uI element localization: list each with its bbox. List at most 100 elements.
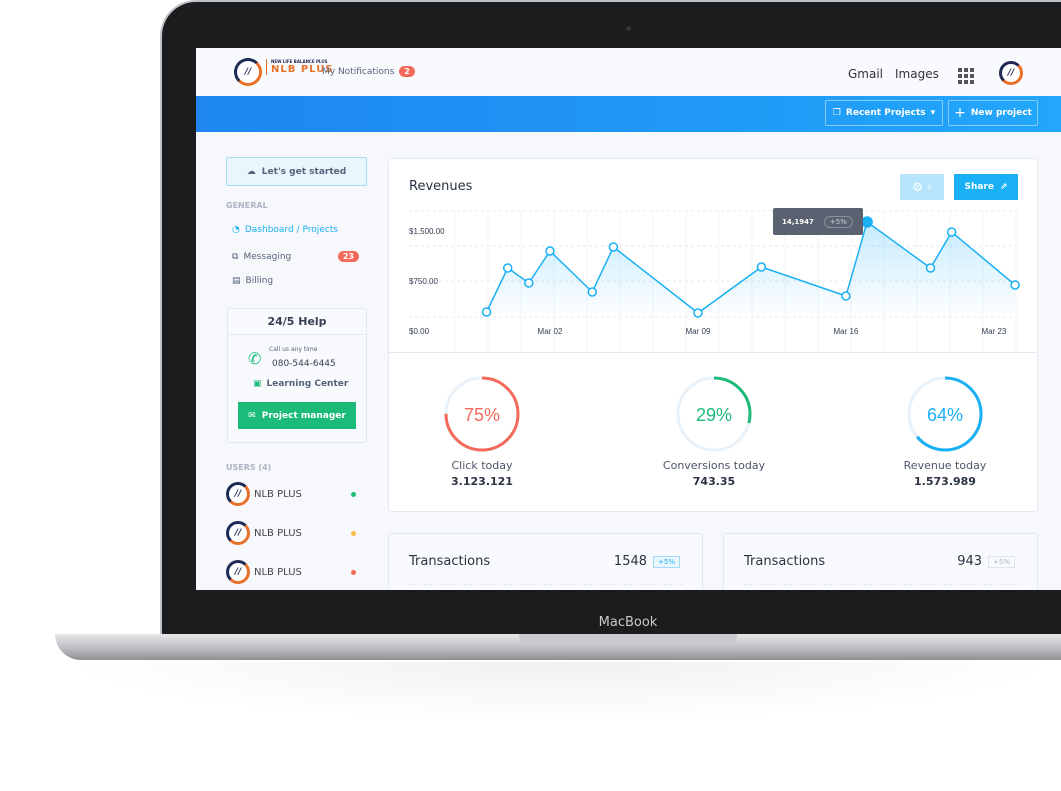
data-point[interactable] xyxy=(545,246,555,256)
transactions-value: 1548 xyxy=(613,554,648,569)
top-header: // NEW LIFE BALANCE PLUS NLB PLUS My Not… xyxy=(196,48,1061,96)
mail-icon: ✉ xyxy=(248,410,256,421)
data-point[interactable] xyxy=(925,263,936,273)
images-link[interactable]: Images xyxy=(895,67,939,81)
data-point[interactable] xyxy=(946,227,957,237)
help-card: 24/5 Help ✆ Call us any time 080-544-644… xyxy=(227,308,367,443)
status-dot xyxy=(351,569,356,575)
data-point[interactable] xyxy=(502,263,513,273)
help-title: 24/5 Help xyxy=(228,309,366,335)
data-point[interactable] xyxy=(756,262,767,272)
data-point[interactable] xyxy=(693,308,703,318)
brand-logo-icon[interactable]: // xyxy=(234,58,262,86)
notifications-label: My Notifications xyxy=(322,66,395,77)
user-item[interactable]: // NLB PLUS xyxy=(226,560,356,584)
sidebar-item-label: Dashboard / Projects xyxy=(244,225,338,235)
data-point-highlighted[interactable] xyxy=(861,216,873,228)
call-label: Call us any time xyxy=(269,346,318,353)
svg-text:75%: 75% xyxy=(464,405,500,425)
transactions-change: +5% xyxy=(988,555,1015,568)
sidebar-item-messaging[interactable]: ⧉ Messaging 23 xyxy=(232,251,359,262)
account-avatar[interactable]: // xyxy=(999,61,1023,85)
users-heading: USERS (4) xyxy=(226,463,272,472)
avatar: // xyxy=(226,521,250,545)
stat-value: 1.573.989 xyxy=(914,475,976,488)
series-area xyxy=(486,222,1016,317)
learning-center-link[interactable]: ▣ Learning Center xyxy=(253,379,348,389)
notifications-badge: 2 xyxy=(399,66,415,77)
stat-label: Revenue today xyxy=(903,459,987,472)
learning-center-label: Learning Center xyxy=(266,379,349,389)
y-tick-label: $750.00 xyxy=(409,277,438,286)
data-point[interactable] xyxy=(524,278,534,288)
status-dot xyxy=(351,491,356,497)
user-name: NLB PLUS xyxy=(254,566,302,578)
transactions-card: Transactions 1548 +5% xyxy=(388,533,703,590)
get-started-label: Let's get started xyxy=(261,166,347,177)
transactions-card: Transactions 943 +5% xyxy=(723,533,1038,590)
stat-label: Conversions today xyxy=(662,459,766,472)
laptop-notch xyxy=(519,634,737,644)
new-project-button[interactable]: + New project xyxy=(948,100,1038,126)
device-label: MacBook xyxy=(598,615,658,630)
transactions-title: Transactions xyxy=(744,554,826,569)
stat-revenue-today: 64% Revenue today 1.573.989 xyxy=(875,373,1015,488)
sidebar-item-label: Messaging xyxy=(243,251,292,262)
apps-grid-icon[interactable] xyxy=(958,68,974,84)
section-general: GENERAL xyxy=(226,201,268,210)
data-point[interactable] xyxy=(587,287,598,297)
projects-icon: ❐ xyxy=(832,108,841,118)
project-manager-button[interactable]: ✉ Project manager xyxy=(238,402,356,429)
data-point[interactable] xyxy=(1010,280,1020,290)
gmail-link[interactable]: Gmail xyxy=(848,67,883,81)
data-point[interactable] xyxy=(481,307,492,317)
project-manager-label: Project manager xyxy=(261,410,346,421)
user-name: NLB PLUS xyxy=(254,488,302,500)
get-started-button[interactable]: ☁ Let's get started xyxy=(226,157,367,186)
tooltip-value: 14,1947 xyxy=(782,217,814,226)
cloud-icon: ☁ xyxy=(246,166,256,177)
recent-projects-button[interactable]: ❐ Recent Projects ▾ xyxy=(825,100,943,126)
divider xyxy=(389,352,1037,353)
notifications-link[interactable]: My Notifications 2 xyxy=(322,66,415,77)
book-icon: ▣ xyxy=(253,379,262,389)
sidebar-item-billing[interactable]: ▤ Billing xyxy=(232,276,273,286)
phone-number[interactable]: 080-544-6445 xyxy=(272,359,336,369)
user-item[interactable]: // NLB PLUS xyxy=(226,521,356,545)
stat-click-today: 75% Click today 3.123.121 xyxy=(412,373,552,488)
status-dot xyxy=(351,530,356,536)
avatar: // xyxy=(226,482,250,506)
revenue-chart: $0.00 $750.00 $1,500.00 Mar 02 Mar 09 Mar 16 M… xyxy=(409,210,1020,353)
x-tick-label: Mar 23 xyxy=(981,327,1006,336)
data-point[interactable] xyxy=(841,291,851,301)
transactions-change: +5% xyxy=(653,555,680,568)
stat-value: 743.35 xyxy=(692,475,736,488)
progress-ring: 29% xyxy=(676,376,752,452)
tooltip-change: +5% xyxy=(823,215,853,228)
recent-projects-label: Recent Projects xyxy=(845,108,926,118)
billing-icon: ▤ xyxy=(232,276,241,286)
revenues-card: Revenues ⚙ ⇕ Share ⇗ $0.00 $750.00 $1,500.00… xyxy=(388,158,1038,512)
messaging-badge: 23 xyxy=(337,251,359,262)
transactions-title: Transactions xyxy=(409,554,491,569)
x-tick-label: Mar 16 xyxy=(834,327,859,336)
avatar: // xyxy=(226,560,250,584)
user-item[interactable]: // NLB PLUS xyxy=(226,482,356,506)
transactions-value: 943 xyxy=(957,554,983,569)
screen: // NEW LIFE BALANCE PLUS NLB PLUS My Not… xyxy=(196,48,1061,590)
sidebar-item-dashboard[interactable]: ◔ Dashboard / Projects xyxy=(232,225,338,235)
stat-value: 3.123.121 xyxy=(451,475,513,488)
caret-down-icon: ▾ xyxy=(930,108,936,118)
new-project-label: New project xyxy=(970,108,1032,118)
phone-icon: ✆ xyxy=(248,349,262,368)
sidebar-item-label: Billing xyxy=(245,276,274,286)
progress-ring: 75% xyxy=(444,376,520,452)
data-point[interactable] xyxy=(608,242,619,252)
dashboard-icon: ◔ xyxy=(232,225,240,235)
stat-label: Click today xyxy=(451,459,513,472)
y-tick-label: $1,500.00 xyxy=(409,227,445,236)
messaging-icon: ⧉ xyxy=(232,251,239,262)
x-tick-label: Mar 02 xyxy=(538,327,563,336)
user-name: NLB PLUS xyxy=(254,527,302,539)
stat-conversions-today: 29% Conversions today 743.35 xyxy=(644,373,784,488)
